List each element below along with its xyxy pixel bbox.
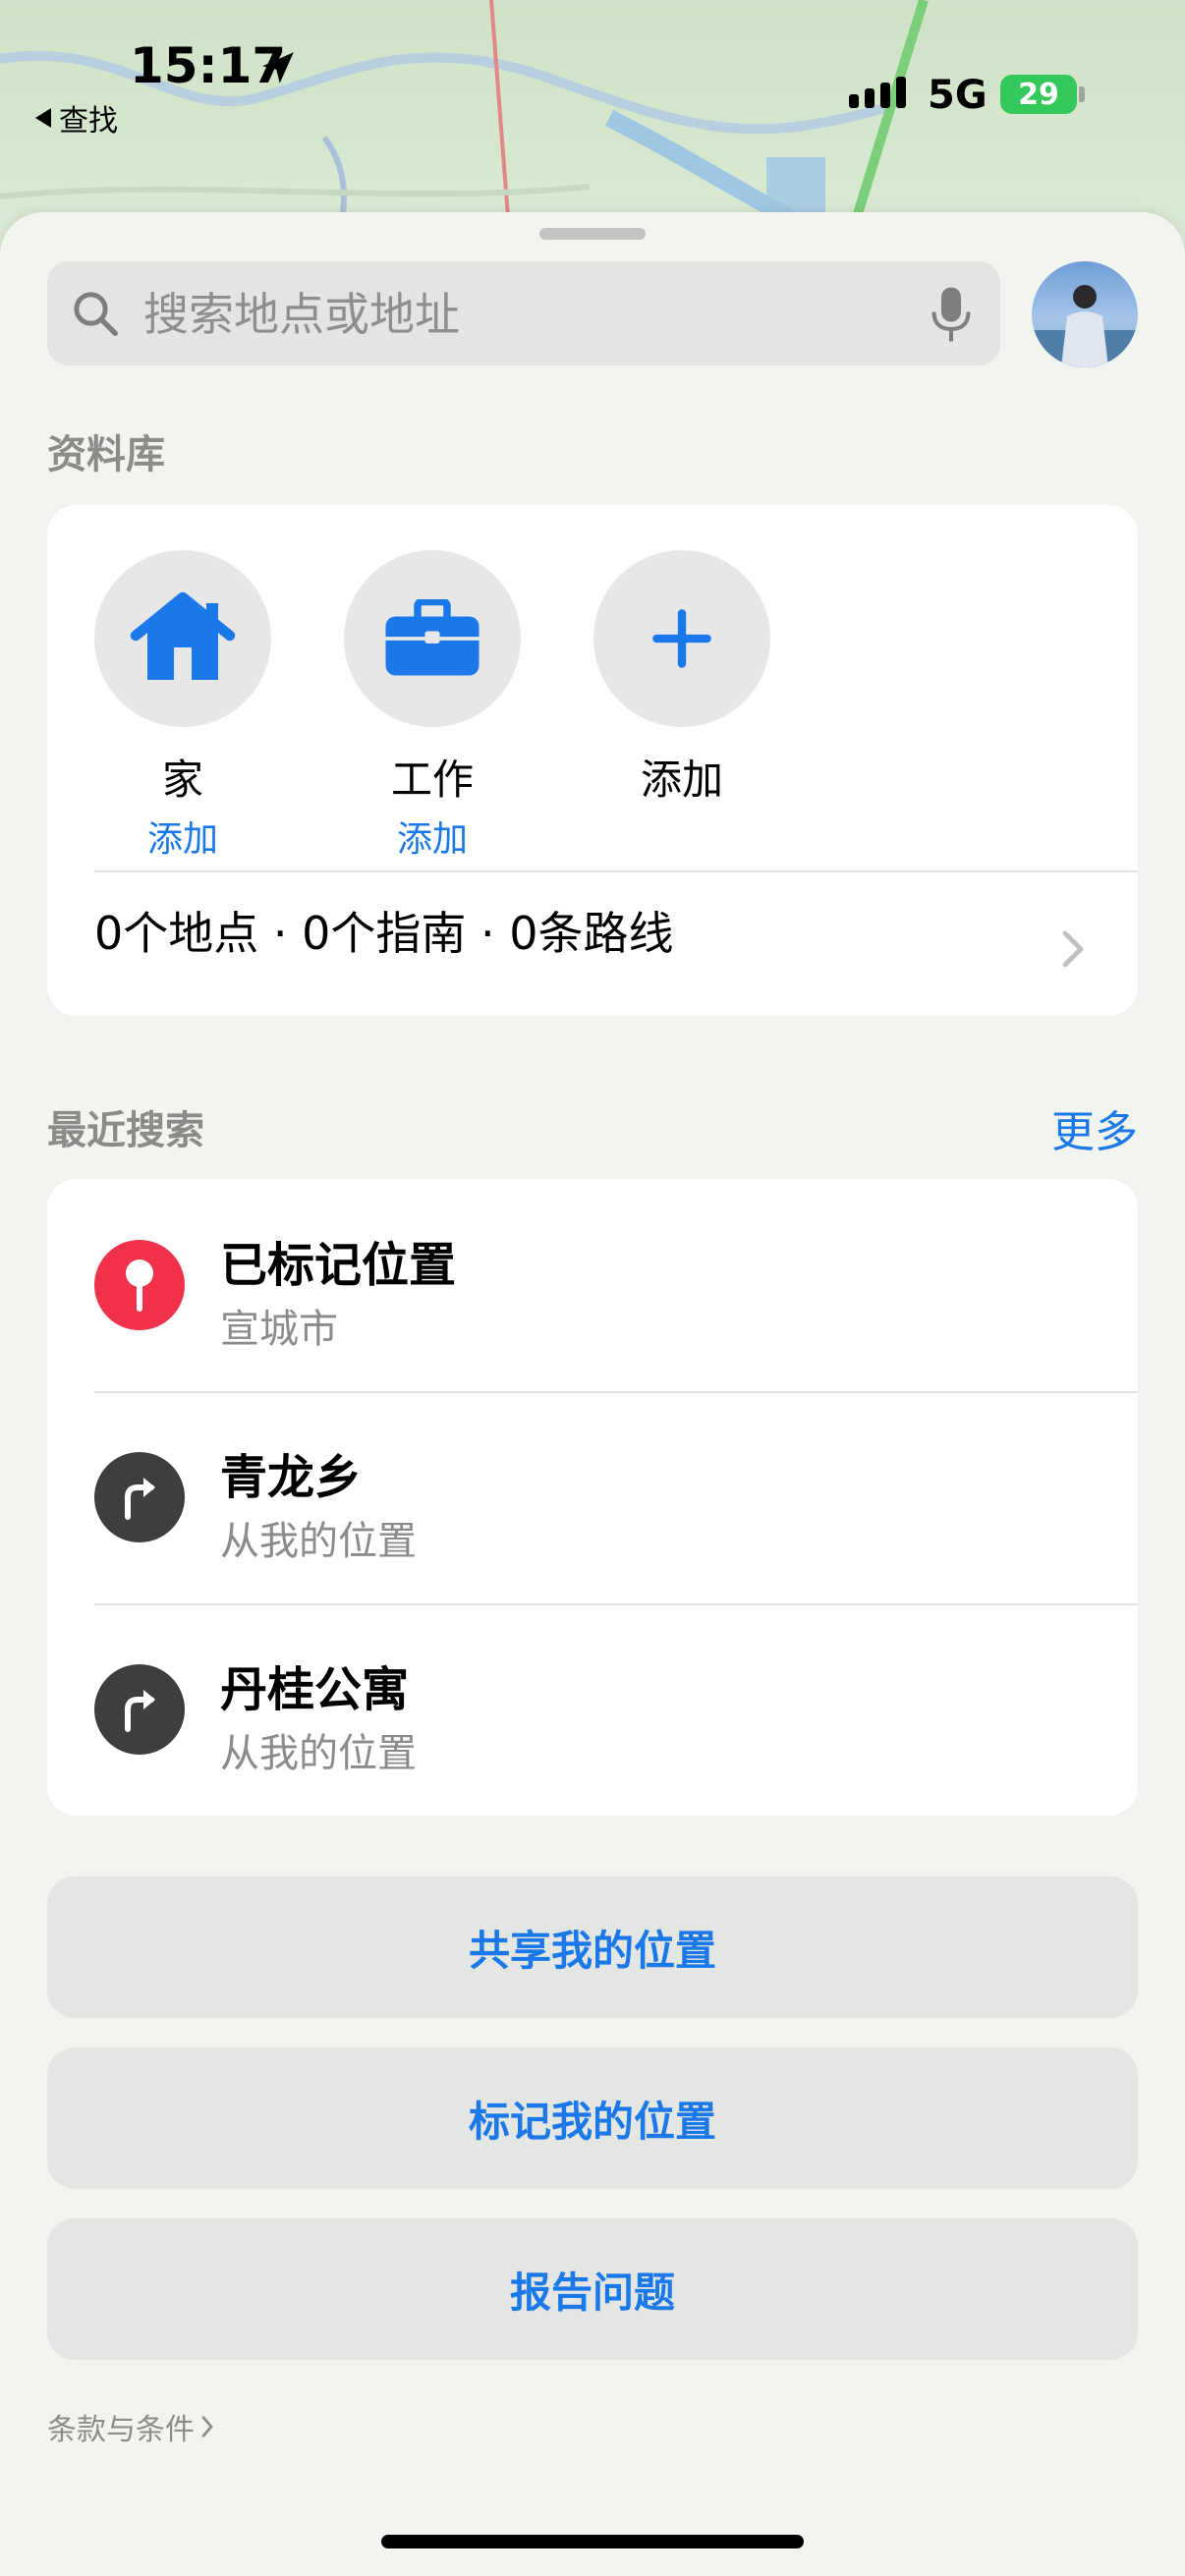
mark-location-button[interactable]: 标记我的位置 [47,2047,1138,2189]
microphone-icon[interactable] [931,285,971,344]
recent-item-subtitle: 宣城市 [220,1307,338,1352]
search-bar[interactable] [47,261,1000,367]
network-type: 5G [928,73,988,118]
terms-label: 条款与条件 [47,2413,195,2447]
plus-icon [652,609,711,668]
chevron-right-icon [201,2416,213,2437]
favorite-add-label: 添加 [640,756,723,804]
house-icon [130,591,236,680]
recents-title: 最近搜索 [47,1108,204,1153]
bottom-sheet: 资料库 家 添加 工 [0,212,1185,2576]
library-divider [94,870,1138,872]
location-arrow-icon [262,52,294,84]
recent-item-title: 青龙乡 [220,1450,363,1505]
library-summary[interactable]: 0个地点 · 0个指南 · 0条路线 [94,898,674,963]
report-issue-button[interactable]: 报告问题 [47,2218,1138,2360]
avatar-image [1032,285,1138,367]
pin-shape [126,1260,153,1312]
battery-icon: 29 [1000,75,1077,114]
cellular-signal-icon [849,77,906,108]
favorite-add[interactable]: 添加 [593,550,770,807]
recent-item[interactable]: 丹桂公寓 从我的位置 [47,1603,1138,1816]
avatar[interactable] [1032,261,1138,367]
recents-more-link[interactable]: 更多 [1051,1096,1138,1159]
recents-card: 已标记位置 宣城市 青龙乡 从我的位置 丹桂公寓 从我的位置 [47,1179,1138,1816]
favorite-work-label: 工作 [390,756,474,804]
search-input[interactable] [141,261,931,367]
favorite-home-label: 家 [161,756,203,804]
turn-right-arrow [125,1478,155,1520]
library-card: 家 添加 工作 添加 添加 0个地点 · 0个指南 · 0条路线 [47,505,1138,1016]
share-location-button[interactable]: 共享我的位置 [47,1876,1138,2018]
turn-right-arrow [125,1690,155,1732]
battery-cap [1079,86,1085,102]
battery-level: 29 [1018,77,1059,112]
chevron-right-icon[interactable] [1061,929,1085,969]
pin-icon [94,1240,185,1330]
favorite-home-add[interactable]: 添加 [94,811,271,862]
work-circle [344,550,521,727]
back-triangle-icon [35,108,51,128]
turn-right-icon [94,1664,185,1755]
terms-link[interactable]: 条款与条件 [47,2405,214,2448]
recent-item-subtitle: 从我的位置 [220,1519,417,1564]
favorite-work[interactable]: 工作 添加 [344,550,521,862]
recent-item-subtitle: 从我的位置 [220,1731,417,1776]
library-title: 资料库 [47,432,165,477]
recent-item[interactable]: 已标记位置 宣城市 [47,1179,1138,1391]
add-circle [593,550,770,727]
search-icon [74,292,118,336]
sheet-grabber[interactable] [539,228,646,240]
home-indicator[interactable] [381,2535,804,2548]
favorite-work-add[interactable]: 添加 [344,811,521,862]
back-to-app-link[interactable]: 查找 [35,96,118,140]
back-label: 查找 [59,104,118,139]
briefcase-icon [385,599,480,676]
turn-right-icon [94,1452,185,1542]
recent-item[interactable]: 青龙乡 从我的位置 [47,1391,1138,1603]
favorite-home[interactable]: 家 添加 [94,550,271,862]
recent-item-title: 已标记位置 [220,1238,457,1293]
home-circle [94,550,271,727]
status-bar: 15:17 查找 5G 29 [0,0,1185,157]
recent-item-title: 丹桂公寓 [220,1662,410,1717]
